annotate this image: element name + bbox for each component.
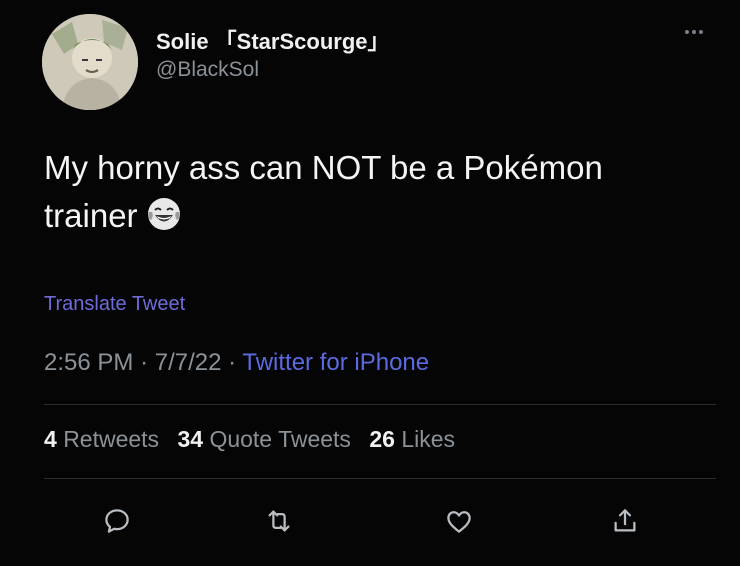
laughing-crying-emoji-icon	[146, 196, 182, 245]
likes-stat[interactable]: 26 Likes	[369, 426, 455, 452]
tweet-container: Solie 「StarScourge」 @BlackSol My horny a…	[0, 0, 740, 566]
divider-top	[44, 404, 716, 405]
reply-icon[interactable]	[92, 496, 142, 546]
tweet-meta: 2:56 PM · 7/7/22 · Twitter for iPhone	[44, 349, 429, 377]
tweet-text-line-1: My horny ass can NOT be a Pokémon	[44, 149, 603, 186]
more-options-icon[interactable]	[672, 22, 716, 42]
divider-bottom	[44, 478, 716, 479]
retweets-label: Retweets	[63, 426, 160, 452]
avatar[interactable]	[42, 14, 138, 110]
user-handle[interactable]: @BlackSol	[156, 58, 259, 82]
tweet-stats: 4 Retweets 34 Quote Tweets 26 Likes	[44, 426, 467, 453]
avatar-image	[42, 14, 138, 110]
like-icon[interactable]	[434, 496, 484, 546]
translate-tweet-link[interactable]: Translate Tweet	[44, 293, 185, 316]
tweet-text: My horny ass can NOT be a Pokémon traine…	[44, 144, 714, 245]
tweet-time: 2:56 PM	[44, 349, 134, 376]
likes-label: Likes	[401, 426, 456, 452]
retweet-icon[interactable]	[254, 496, 304, 546]
tweet-text-line-2: trainer	[44, 192, 714, 245]
meta-separator-1: ·	[140, 349, 149, 376]
retweets-count: 4	[44, 426, 57, 452]
quote-tweets-stat[interactable]: 34 Quote Tweets	[177, 426, 350, 452]
quote-tweets-count: 34	[177, 426, 204, 452]
tweet-actions	[44, 496, 716, 546]
display-name[interactable]: Solie 「StarScourge」	[156, 24, 390, 56]
tweet-date[interactable]: 7/7/22	[155, 349, 222, 376]
likes-count: 26	[369, 426, 395, 452]
meta-separator-2: ·	[228, 349, 237, 376]
tweet-text-line-2-text: trainer	[44, 197, 138, 234]
quote-tweets-label: Quote Tweets	[209, 426, 351, 452]
retweets-stat[interactable]: 4 Retweets	[44, 426, 159, 452]
tweet-source[interactable]: Twitter for iPhone	[242, 349, 429, 376]
share-icon[interactable]	[600, 496, 650, 546]
